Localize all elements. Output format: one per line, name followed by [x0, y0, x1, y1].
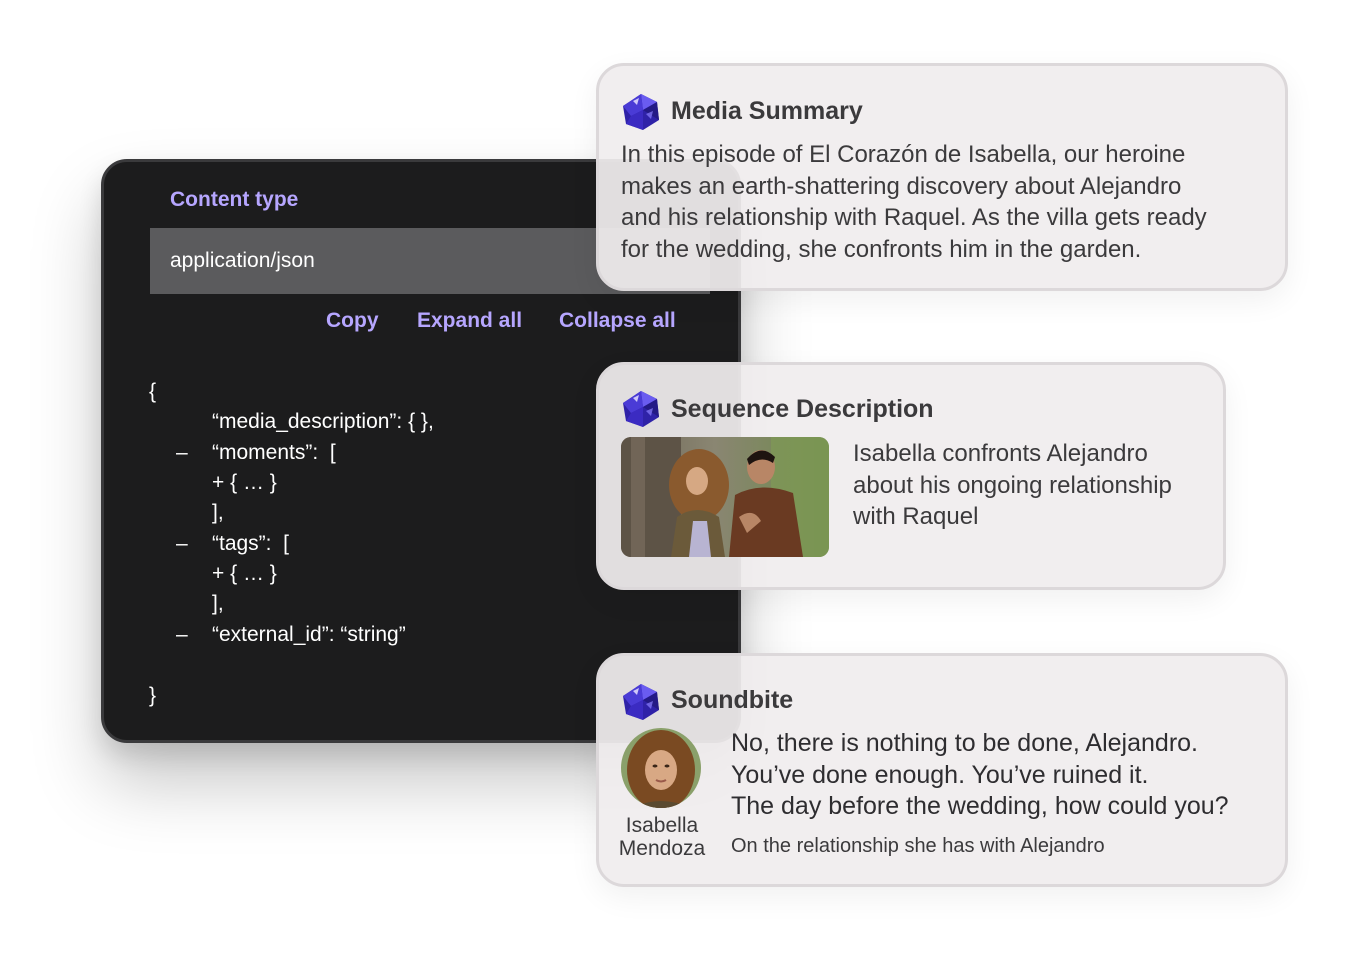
sequence-description-text: Isabella confronts Alejandro about his o… [853, 438, 1172, 533]
media-summary-card: Media Summary In this episode of El Cora… [596, 63, 1288, 291]
soundbite-context: On the relationship she has with Alejand… [731, 835, 1105, 857]
soundbite-title: Soundbite [671, 686, 794, 714]
quote-line: The day before the wedding, how could yo… [731, 792, 1229, 820]
code-line: “media_description”: { }, [212, 410, 434, 433]
code-line: “moments”: [ [212, 441, 336, 464]
description-line: about his ongoing relationship [853, 471, 1172, 499]
soundbite-quote: No, there is nothing to be done, Alejand… [731, 728, 1229, 823]
soundbite-card: Soundbite Isabella Mendoza No, there is … [596, 653, 1288, 887]
speaker-first-name: Isabella [625, 814, 699, 837]
code-line: { [149, 380, 157, 403]
collapse-toggle[interactable]: – [176, 623, 188, 647]
description-line: Isabella confronts Alejandro [853, 440, 1148, 467]
gem-icon [623, 684, 659, 720]
quote-line: You’ve done enough. You’ve ruined it. [731, 760, 1149, 789]
code-line: ], [212, 592, 224, 615]
summary-line: for the wedding, she confronts him in th… [621, 235, 1142, 263]
speaker-avatar [621, 728, 701, 808]
media-summary-title: Media Summary [671, 97, 863, 125]
scene-thumbnail-image [621, 437, 829, 557]
expand-toggle[interactable]: + { … } [212, 562, 277, 586]
expand-all-button[interactable]: Expand all [417, 309, 522, 333]
summary-line: makes an earth-shattering discovery abou… [621, 172, 1182, 200]
expand-toggle[interactable]: + { … } [212, 471, 277, 495]
copy-button[interactable]: Copy [326, 309, 379, 333]
code-line: ], [212, 501, 224, 524]
collapse-toggle[interactable]: – [176, 441, 188, 465]
code-line: } [149, 684, 157, 707]
collapse-toggle[interactable]: – [176, 532, 188, 556]
speaker-avatar-image [621, 728, 701, 808]
sequence-description-title: Sequence Description [671, 395, 934, 423]
summary-line: In this episode of El Corazón de Isabell… [621, 141, 1186, 168]
scene-thumbnail[interactable] [621, 437, 829, 557]
gem-icon [623, 391, 659, 427]
gem-icon [623, 94, 659, 130]
description-line: with Raquel [853, 503, 979, 530]
media-summary-text: In this episode of El Corazón de Isabell… [621, 139, 1207, 265]
quote-line: No, there is nothing to be done, Alejand… [731, 729, 1198, 757]
content-type-label: Content type [170, 188, 299, 211]
code-line: “external_id”: “string” [212, 623, 406, 646]
speaker-last-name: Mendoza [618, 837, 706, 860]
summary-line: and his relationship with Raquel. As the… [621, 204, 1207, 231]
collapse-all-button[interactable]: Collapse all [559, 309, 676, 333]
code-line: “tags”: [ [212, 532, 290, 555]
sequence-description-card: Sequence Description Isabella confronts … [596, 362, 1226, 590]
speaker-name: Isabella Mendoza [607, 814, 717, 860]
